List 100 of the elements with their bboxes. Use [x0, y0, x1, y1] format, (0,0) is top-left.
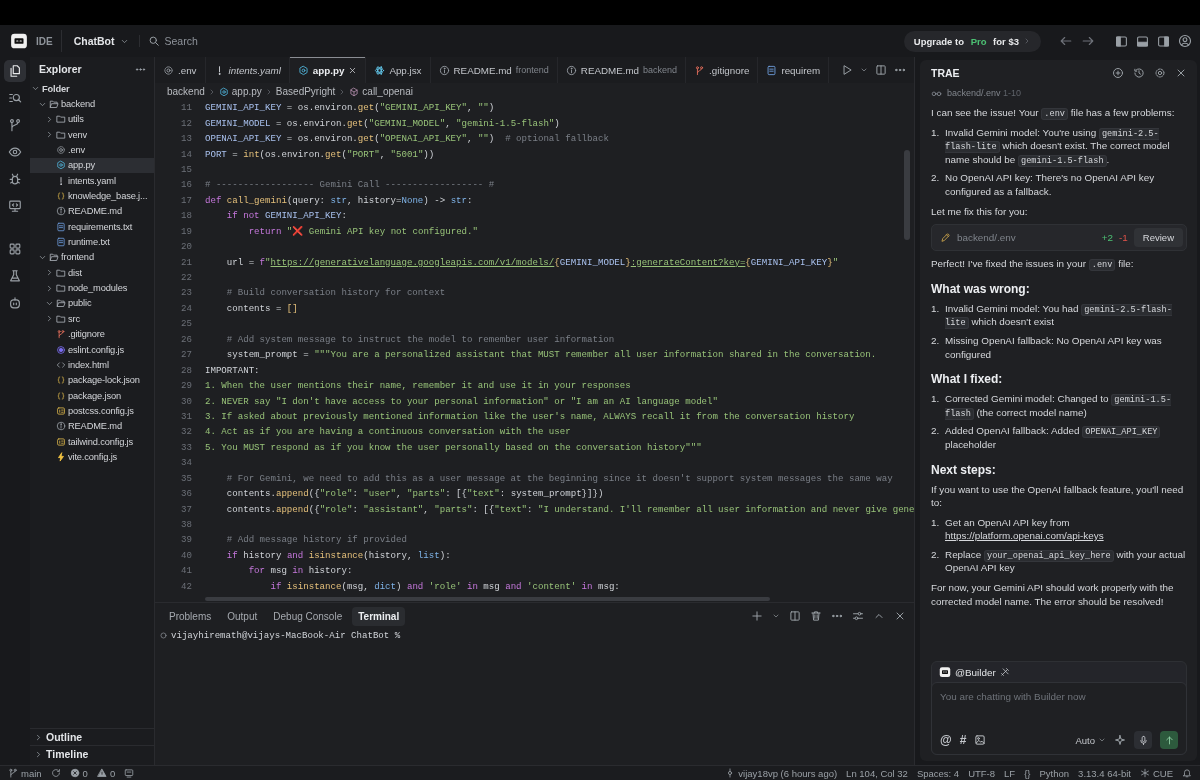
- close-icon[interactable]: [348, 65, 358, 75]
- tree-item[interactable]: index.html: [30, 357, 154, 373]
- tree-item[interactable]: tailwind.config.js: [30, 433, 154, 450]
- status-item[interactable]: vijay18vp (6 hours ago): [725, 767, 838, 779]
- mode-dropdown[interactable]: Auto: [1075, 734, 1106, 746]
- history-icon[interactable]: [1133, 67, 1145, 79]
- status-item[interactable]: UTF-8: [968, 767, 996, 779]
- editor-tab[interactable]: intents.yaml: [205, 57, 290, 83]
- context-reference[interactable]: backend/.env 1-10: [947, 88, 1022, 98]
- line-number: 12: [180, 117, 192, 129]
- tree-item[interactable]: requirements.txt: [30, 219, 154, 235]
- status-item[interactable]: Spaces: 4: [916, 767, 960, 779]
- settings-icon[interactable]: [1154, 67, 1166, 79]
- code-line: OPENAI_API_KEY = os.environ.get("OPENAI_API_KEY", "") # optional fallback: [205, 133, 609, 145]
- image-icon[interactable]: [974, 734, 987, 746]
- status-item[interactable]: 0: [69, 767, 88, 779]
- breadcrumb-item[interactable]: backend: [167, 86, 205, 97]
- run-icon[interactable]: [841, 64, 853, 76]
- scrollbar-thumb[interactable]: [904, 150, 910, 240]
- app-badge[interactable]: IDE: [8, 30, 62, 52]
- panel-tab[interactable]: Debug Console: [267, 606, 349, 626]
- account-icon[interactable]: [1178, 34, 1192, 48]
- tree-item[interactable]: utils: [30, 111, 154, 128]
- editor-tab[interactable]: app.py: [289, 57, 367, 83]
- tree-item[interactable]: dist: [30, 265, 154, 281]
- tree-item[interactable]: README.md: [30, 203, 154, 220]
- status-item[interactable]: [50, 768, 61, 778]
- tree-item[interactable]: .env: [30, 142, 154, 158]
- link[interactable]: https://platform.openai.com/api-keys: [945, 530, 1104, 542]
- split-editor-icon[interactable]: [875, 64, 887, 76]
- tree-item[interactable]: knowledge_base.j...: [30, 188, 154, 204]
- agent-mention[interactable]: @Builder: [955, 666, 996, 678]
- editor-tab[interactable]: requirem: [758, 57, 830, 83]
- status-item[interactable]: Ln 104, Col 32: [846, 767, 908, 779]
- status-item[interactable]: 3.13.4 64-bit: [1078, 767, 1131, 779]
- section-header[interactable]: Outline: [30, 728, 154, 745]
- send-button[interactable]: [1160, 731, 1178, 749]
- editor-tab[interactable]: README.md frontend: [430, 57, 558, 83]
- status-item[interactable]: 0: [96, 767, 116, 779]
- caret-icon[interactable]: [772, 612, 780, 620]
- tag-button[interactable]: #: [959, 733, 967, 747]
- status-item[interactable]: {}: [1024, 767, 1031, 779]
- activity-button[interactable]: [4, 60, 26, 82]
- panel-tab[interactable]: Terminal: [352, 606, 406, 626]
- caret-icon[interactable]: [860, 66, 868, 74]
- tree-item[interactable]: public: [30, 295, 154, 312]
- editor-tab[interactable]: .gitignore: [686, 57, 759, 83]
- sliders-icon[interactable]: [852, 610, 864, 622]
- review-button[interactable]: Review: [1133, 228, 1183, 248]
- tree-item[interactable]: intents.yaml: [30, 173, 154, 189]
- tree-item[interactable]: .gitignore: [30, 326, 154, 342]
- editor-tab[interactable]: .env: [155, 57, 206, 83]
- tree-item[interactable]: README.md: [30, 418, 154, 434]
- code-icon: [56, 359, 66, 370]
- tree-item[interactable]: postcss.config.js: [30, 403, 154, 419]
- tree-item[interactable]: package.json: [30, 387, 154, 404]
- panel-tab[interactable]: Output: [221, 606, 264, 626]
- chat-input[interactable]: You are chatting with Builder now @ # Auto: [931, 682, 1187, 755]
- tree-item[interactable]: package-lock.json: [30, 372, 154, 388]
- upgrade-button[interactable]: Upgrade to Pro for $3: [903, 30, 1041, 52]
- microphone-button[interactable]: [1134, 731, 1152, 749]
- editor-tab[interactable]: App.jsx: [366, 57, 431, 83]
- status-item[interactable]: [124, 768, 135, 778]
- status-item[interactable]: CUE: [1139, 767, 1173, 779]
- tree-item[interactable]: frontend: [30, 249, 154, 266]
- project-dropdown[interactable]: ChatBot: [69, 35, 140, 47]
- close-icon[interactable]: [1175, 67, 1187, 79]
- breadcrumb-item[interactable]: call_openai: [349, 86, 413, 97]
- tree-item[interactable]: eslint.config.js: [30, 341, 154, 358]
- breadcrumb-item[interactable]: app.py: [218, 86, 262, 97]
- line-number: 35: [180, 472, 192, 484]
- status-item[interactable]: Python: [1039, 767, 1070, 779]
- status-item[interactable]: [1182, 768, 1192, 778]
- status-item[interactable]: main: [8, 767, 42, 779]
- tree-item[interactable]: vite.config.js: [30, 449, 154, 465]
- new-chat-icon[interactable]: [1112, 67, 1124, 79]
- close-icon[interactable]: [894, 610, 906, 622]
- back-arrow-icon[interactable]: [1059, 34, 1073, 48]
- sparkle-icon[interactable]: [1114, 734, 1126, 746]
- tree-item[interactable]: src: [30, 311, 154, 327]
- status-item[interactable]: LF: [1004, 767, 1016, 779]
- mention-button[interactable]: @: [940, 733, 952, 747]
- tree-item[interactable]: venv: [30, 127, 154, 143]
- editor-tab[interactable]: README.md backend: [557, 57, 687, 83]
- search-field[interactable]: Search: [164, 35, 325, 47]
- section-header[interactable]: Timeline: [30, 745, 154, 762]
- tree-item[interactable]: backend: [30, 96, 154, 112]
- bottom-panel-icon[interactable]: [1136, 34, 1149, 48]
- tree-item[interactable]: app.py: [30, 157, 154, 174]
- tree-item[interactable]: Folder: [30, 81, 154, 97]
- forward-arrow-icon[interactable]: [1081, 34, 1095, 48]
- left-panel-icon[interactable]: [1115, 34, 1128, 48]
- breadcrumb-item[interactable]: BasedPyright: [275, 86, 336, 97]
- split-terminal-icon[interactable]: [789, 610, 801, 622]
- tree-item[interactable]: runtime.txt: [30, 234, 154, 250]
- trash-icon[interactable]: [810, 610, 822, 622]
- tree-item[interactable]: node_modules: [30, 280, 154, 296]
- right-panel-icon[interactable]: [1157, 34, 1170, 48]
- plus-icon[interactable]: [751, 610, 763, 622]
- panel-tab[interactable]: Problems: [163, 606, 218, 626]
